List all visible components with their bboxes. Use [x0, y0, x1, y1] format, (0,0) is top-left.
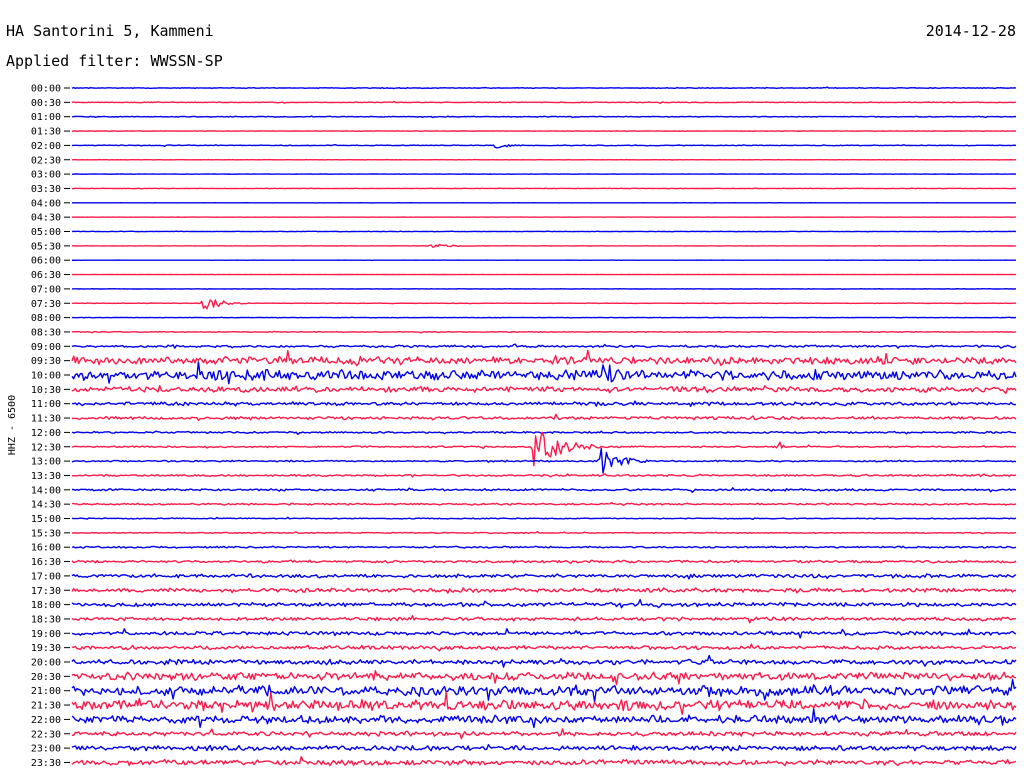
- tick-label: 18:00: [31, 600, 61, 611]
- tick-label: 03:30: [31, 184, 61, 195]
- tick-label: 16:30: [31, 557, 61, 568]
- trace-line: [72, 143, 1017, 149]
- helicorder-chart: HA Santorini 5, Kammeni Applied filter: …: [6, 22, 1017, 769]
- tick-label: 08:00: [31, 313, 61, 324]
- tick-label: 13:30: [31, 471, 61, 482]
- tick-label: 14:00: [31, 485, 61, 496]
- tick-label: 11:00: [31, 399, 61, 410]
- trace-line: [71, 756, 1017, 767]
- tick-label: 18:30: [31, 614, 61, 625]
- tick-label: 19:00: [31, 629, 61, 640]
- trace-line: [71, 559, 1017, 564]
- tick-label: 11:30: [31, 414, 61, 425]
- trace-line: [71, 343, 1017, 349]
- tick-label: 05:00: [31, 227, 61, 238]
- filter-subtitle: Applied filter: WWSSN-SP: [6, 52, 223, 70]
- trace-line: [71, 708, 1017, 729]
- tick-label: 00:30: [31, 98, 61, 109]
- tick-label: 10:00: [31, 371, 61, 382]
- tick-label: 15:30: [31, 528, 61, 539]
- trace-line: [71, 587, 1017, 594]
- trace-line: [71, 615, 1017, 624]
- tick-label: 23:00: [31, 744, 61, 755]
- trace-line: [71, 361, 1017, 385]
- trace-line: [71, 430, 1017, 436]
- trace-line: [71, 598, 1017, 609]
- tick-label: 06:00: [31, 256, 61, 267]
- tick-label: 03:00: [31, 170, 61, 181]
- trace-line: [71, 130, 1017, 133]
- trace-line: [71, 678, 1017, 703]
- tick-label: 22:30: [31, 729, 61, 740]
- tick-label: 00:00: [31, 84, 61, 95]
- trace-line: [71, 643, 1017, 652]
- trace-line: [71, 516, 1017, 520]
- trace-line: [71, 243, 1016, 248]
- trace-line: [72, 487, 1017, 493]
- tick-label: 07:00: [31, 284, 61, 295]
- tick-label: 01:00: [31, 112, 61, 123]
- tick-label: 10:30: [31, 385, 61, 396]
- trace-line: [71, 330, 1017, 334]
- trace-line: [71, 299, 1017, 310]
- trace-line: [72, 501, 1017, 506]
- trace-line: [71, 670, 1017, 686]
- tick-label: 19:30: [31, 643, 61, 654]
- trace-line: [72, 531, 1017, 535]
- trace-line: [71, 100, 1017, 105]
- tick-label: 08:30: [31, 327, 61, 338]
- tick-label: 22:00: [31, 715, 61, 726]
- trace-line: [71, 115, 1017, 119]
- trace-line: [71, 472, 1017, 478]
- tick-label: 14:30: [31, 500, 61, 511]
- tick-label: 17:30: [31, 586, 61, 597]
- trace-line: [71, 349, 1017, 367]
- trace-line: [71, 744, 1017, 752]
- trace-line: [71, 413, 1017, 421]
- tick-label: 21:00: [31, 686, 61, 697]
- channel-label: HHZ - 6500: [7, 395, 18, 455]
- trace-line: [71, 187, 1016, 190]
- trace-line: [71, 654, 1017, 668]
- tick-label: 04:00: [31, 198, 61, 209]
- tick-label: 02:00: [31, 141, 61, 152]
- tick-label: 04:30: [31, 213, 61, 224]
- tick-label: 23:30: [31, 758, 61, 769]
- trace-line: [71, 400, 1017, 407]
- trace-line: [71, 573, 1017, 580]
- tick-label: 09:00: [31, 342, 61, 353]
- trace-line: [71, 447, 1017, 474]
- trace-line: [71, 86, 1017, 90]
- tick-label: 16:00: [31, 543, 61, 554]
- trace-line: [71, 691, 1017, 715]
- date-label: 2014-12-28: [926, 22, 1016, 40]
- tick-label: 07:30: [31, 299, 61, 310]
- tick-label: 12:00: [31, 428, 61, 439]
- tick-label: 15:00: [31, 514, 61, 525]
- trace-line: [71, 628, 1017, 639]
- tick-label: 02:30: [31, 155, 61, 166]
- trace-line: [71, 728, 1017, 740]
- tick-label: 21:30: [31, 701, 61, 712]
- tick-label: 06:30: [31, 270, 61, 281]
- trace-line: [72, 316, 1017, 319]
- tick-label: 20:30: [31, 672, 61, 683]
- tick-label: 17:00: [31, 571, 61, 582]
- tick-label: 13:00: [31, 457, 61, 468]
- trace-line: [71, 545, 1017, 549]
- tick-label: 20:00: [31, 658, 61, 669]
- trace-line: [71, 230, 1017, 233]
- station-title: HA Santorini 5, Kammeni: [6, 22, 214, 40]
- time-ticks: 00:00 00:30 01:00 01:30 02:00 02:30 03:00 03:30…: [31, 84, 70, 769]
- trace-line: [71, 158, 1017, 161]
- tick-label: 09:30: [31, 356, 61, 367]
- trace-line: [71, 385, 1017, 395]
- tick-label: 12:30: [31, 442, 61, 453]
- trace-line: [71, 287, 1017, 290]
- tick-label: 01:30: [31, 127, 61, 138]
- trace-lines: [71, 86, 1017, 767]
- tick-label: 05:30: [31, 241, 61, 252]
